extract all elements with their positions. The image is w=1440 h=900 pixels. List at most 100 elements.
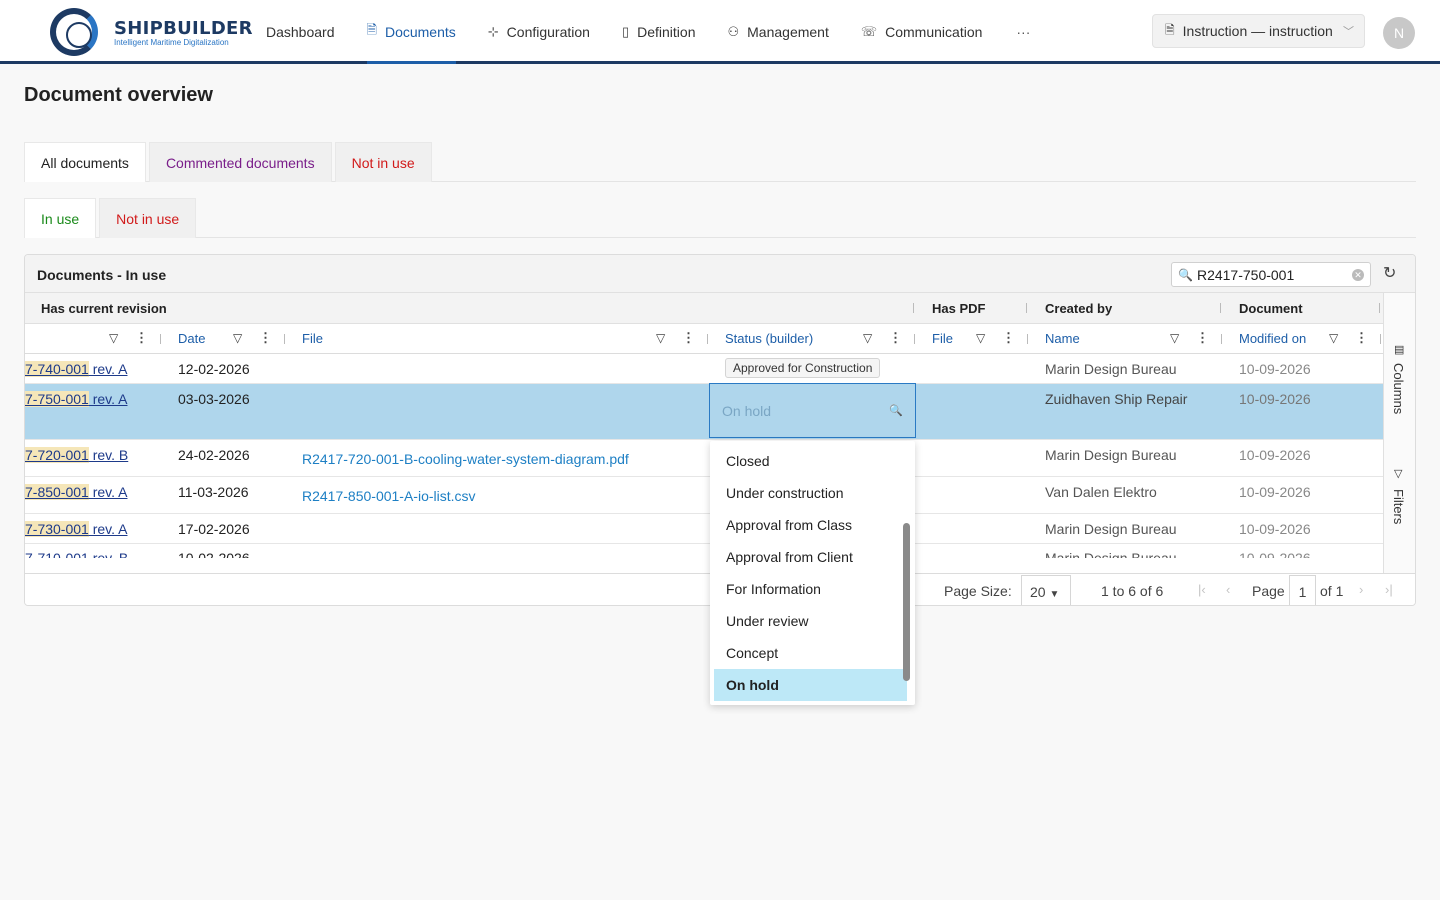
next-page-icon[interactable]: › xyxy=(1359,582,1363,597)
column-separator[interactable] xyxy=(160,334,161,344)
column-separator[interactable] xyxy=(914,334,915,344)
grid-search-input[interactable]: 🔍 R2417-750-001 ✕ xyxy=(1171,262,1371,287)
table-row[interactable]: 7-710-001 rev. B 10-02-2026 Marin Design… xyxy=(25,544,1383,558)
filter-icon[interactable]: ▽ xyxy=(1170,331,1179,345)
instruction-select[interactable]: 🗎 Instruction — instruction ﹀ xyxy=(1152,14,1365,48)
column-separator[interactable] xyxy=(1380,334,1381,344)
filter-icon[interactable]: ▽ xyxy=(656,331,665,345)
subtab-in-use[interactable]: In use xyxy=(24,198,97,238)
column-menu-icon[interactable]: ⋮ xyxy=(259,330,272,346)
column-menu-icon[interactable]: ⋮ xyxy=(682,330,695,346)
previous-page-icon[interactable]: ‹ xyxy=(1226,582,1230,597)
revision-link[interactable]: rev. A xyxy=(89,361,128,377)
revision-link[interactable]: rev. B xyxy=(89,550,129,558)
nav-management[interactable]: ⚇ Management xyxy=(727,0,828,64)
clear-search-icon[interactable]: ✕ xyxy=(1352,269,1364,281)
document-number-link[interactable]: 7-750-001 xyxy=(25,391,89,407)
page-size-select[interactable]: 20 ▼ xyxy=(1021,575,1071,605)
filter-icon[interactable]: ▽ xyxy=(976,331,985,345)
book-icon: ▯ xyxy=(621,24,630,39)
column-menu-icon[interactable]: ⋮ xyxy=(889,330,902,346)
column-menu-icon[interactable]: ⋮ xyxy=(135,330,148,346)
status-option[interactable]: Approval from Client xyxy=(714,541,907,573)
status-option[interactable]: Concept xyxy=(714,637,907,669)
last-page-icon[interactable]: ›| xyxy=(1385,582,1393,597)
column-menu-icon[interactable]: ⋮ xyxy=(1196,330,1209,346)
column-separator[interactable] xyxy=(1027,334,1028,344)
dropdown-scrollbar[interactable] xyxy=(903,523,910,681)
nav-dashboard[interactable]: Dashboard xyxy=(266,0,335,64)
first-page-icon[interactable]: |‹ xyxy=(1198,582,1206,597)
document-number-link[interactable]: 7-850-001 xyxy=(25,484,89,500)
document-number-link[interactable]: 7-730-001 xyxy=(25,521,89,537)
revision-link[interactable]: rev. A xyxy=(89,484,128,500)
table-row-selected[interactable]: 7-750-001 rev. A 03-03-2026 Zuidhaven Sh… xyxy=(25,384,1383,440)
table-row[interactable]: 7-720-001 rev. B 24-02-2026 R2417-720-00… xyxy=(25,440,1383,477)
filter-icon[interactable]: ▽ xyxy=(1329,331,1338,345)
column-separator[interactable] xyxy=(1026,303,1027,313)
filter-icon[interactable]: ▽ xyxy=(1394,467,1402,480)
column-separator[interactable] xyxy=(707,334,708,344)
nav-definition[interactable]: ▯ Definition xyxy=(622,0,696,64)
column-status[interactable]: Status (builder) xyxy=(725,331,813,346)
file-link[interactable]: R2417-850-001-A-io-list.csv xyxy=(302,488,476,504)
column-separator[interactable] xyxy=(1220,303,1221,313)
subtab-not-in-use[interactable]: Not in use xyxy=(99,198,197,238)
document-number-link[interactable]: 7-720-001 xyxy=(25,447,89,463)
filter-icon[interactable]: ▽ xyxy=(233,331,242,345)
status-option[interactable]: Under construction xyxy=(714,477,907,509)
column-menu-icon[interactable]: ⋮ xyxy=(1355,330,1368,346)
column-date[interactable]: Date xyxy=(178,331,205,346)
table-row[interactable]: 7-730-001 rev. A 17-02-2026 Marin Design… xyxy=(25,514,1383,544)
tab-not-in-use[interactable]: Not in use xyxy=(334,142,432,182)
page-number-input[interactable]: 1 xyxy=(1289,575,1316,605)
column-file[interactable]: File xyxy=(302,331,323,346)
column-name[interactable]: Name xyxy=(1045,331,1080,346)
tab-all-documents[interactable]: All documents xyxy=(24,142,146,182)
status-option-selected[interactable]: On hold xyxy=(714,669,907,701)
table-row[interactable]: 7-850-001 rev. A 11-03-2026 R2417-850-00… xyxy=(25,477,1383,514)
nav-communication[interactable]: ☏ Communication xyxy=(861,0,983,64)
instruction-label: Instruction — instruction xyxy=(1182,23,1333,39)
revision-link[interactable]: rev. A xyxy=(89,391,128,407)
nav-configuration[interactable]: ⊹ Configuration xyxy=(488,0,590,64)
columns-icon[interactable]: ▤ xyxy=(1394,343,1404,356)
grid-title: Documents - In use xyxy=(37,267,167,283)
revision-link[interactable]: rev. A xyxy=(89,521,128,537)
filters-panel-toggle[interactable]: Filters xyxy=(1391,489,1406,524)
user-icon: ⚇ xyxy=(727,24,740,39)
status-option[interactable]: For Information xyxy=(714,573,907,605)
date-cell: 17-02-2026 xyxy=(178,521,250,537)
chevron-down-icon: ﹀ xyxy=(1343,26,1354,38)
tab-commented-documents[interactable]: Commented documents xyxy=(148,142,332,182)
filter-icon[interactable]: ▽ xyxy=(109,331,118,345)
file-link[interactable]: R2417-720-001-B-cooling-water-system-dia… xyxy=(302,451,629,467)
column-separator[interactable] xyxy=(1379,303,1380,313)
revision-link[interactable]: rev. B xyxy=(89,447,129,463)
columns-panel-toggle[interactable]: Columns xyxy=(1391,363,1406,414)
more-nav-button[interactable]: ··· xyxy=(1016,24,1030,40)
status-search-placeholder: On hold xyxy=(722,403,772,419)
status-option[interactable]: Closed xyxy=(714,445,907,477)
column-menu-icon[interactable]: ⋮ xyxy=(1002,330,1015,346)
document-number-link[interactable]: 7-740-001 xyxy=(25,361,89,377)
column-separator[interactable] xyxy=(913,303,914,313)
status-option[interactable]: Under review xyxy=(714,605,907,637)
filter-icon[interactable]: ▽ xyxy=(863,331,872,345)
status-select-input[interactable]: On hold 🔍 xyxy=(709,383,916,438)
avatar[interactable]: N xyxy=(1383,17,1415,49)
creator-cell: Marin Design Bureau xyxy=(1045,550,1177,558)
status-badge[interactable]: Approved for Construction xyxy=(725,358,881,378)
brand-logo[interactable]: SHIPBUILDER Intelligent Maritime Digital… xyxy=(50,8,253,58)
creator-cell: Marin Design Bureau xyxy=(1045,447,1177,463)
nav-documents[interactable]: 🗎 Documents xyxy=(366,0,457,64)
refresh-icon[interactable]: ↻ xyxy=(1383,263,1396,283)
page-title: Document overview xyxy=(24,84,213,106)
column-separator[interactable] xyxy=(284,334,285,344)
column-modified-on[interactable]: Modified on xyxy=(1239,331,1306,346)
status-option[interactable]: Approval from Class xyxy=(714,509,907,541)
document-number-link[interactable]: 7-710-001 xyxy=(25,550,89,558)
table-row[interactable]: 7-740-001 rev. A 12-02-2026 Approved for… xyxy=(25,354,1383,384)
column-pdf-file[interactable]: File xyxy=(932,331,953,346)
column-separator[interactable] xyxy=(1221,334,1222,344)
